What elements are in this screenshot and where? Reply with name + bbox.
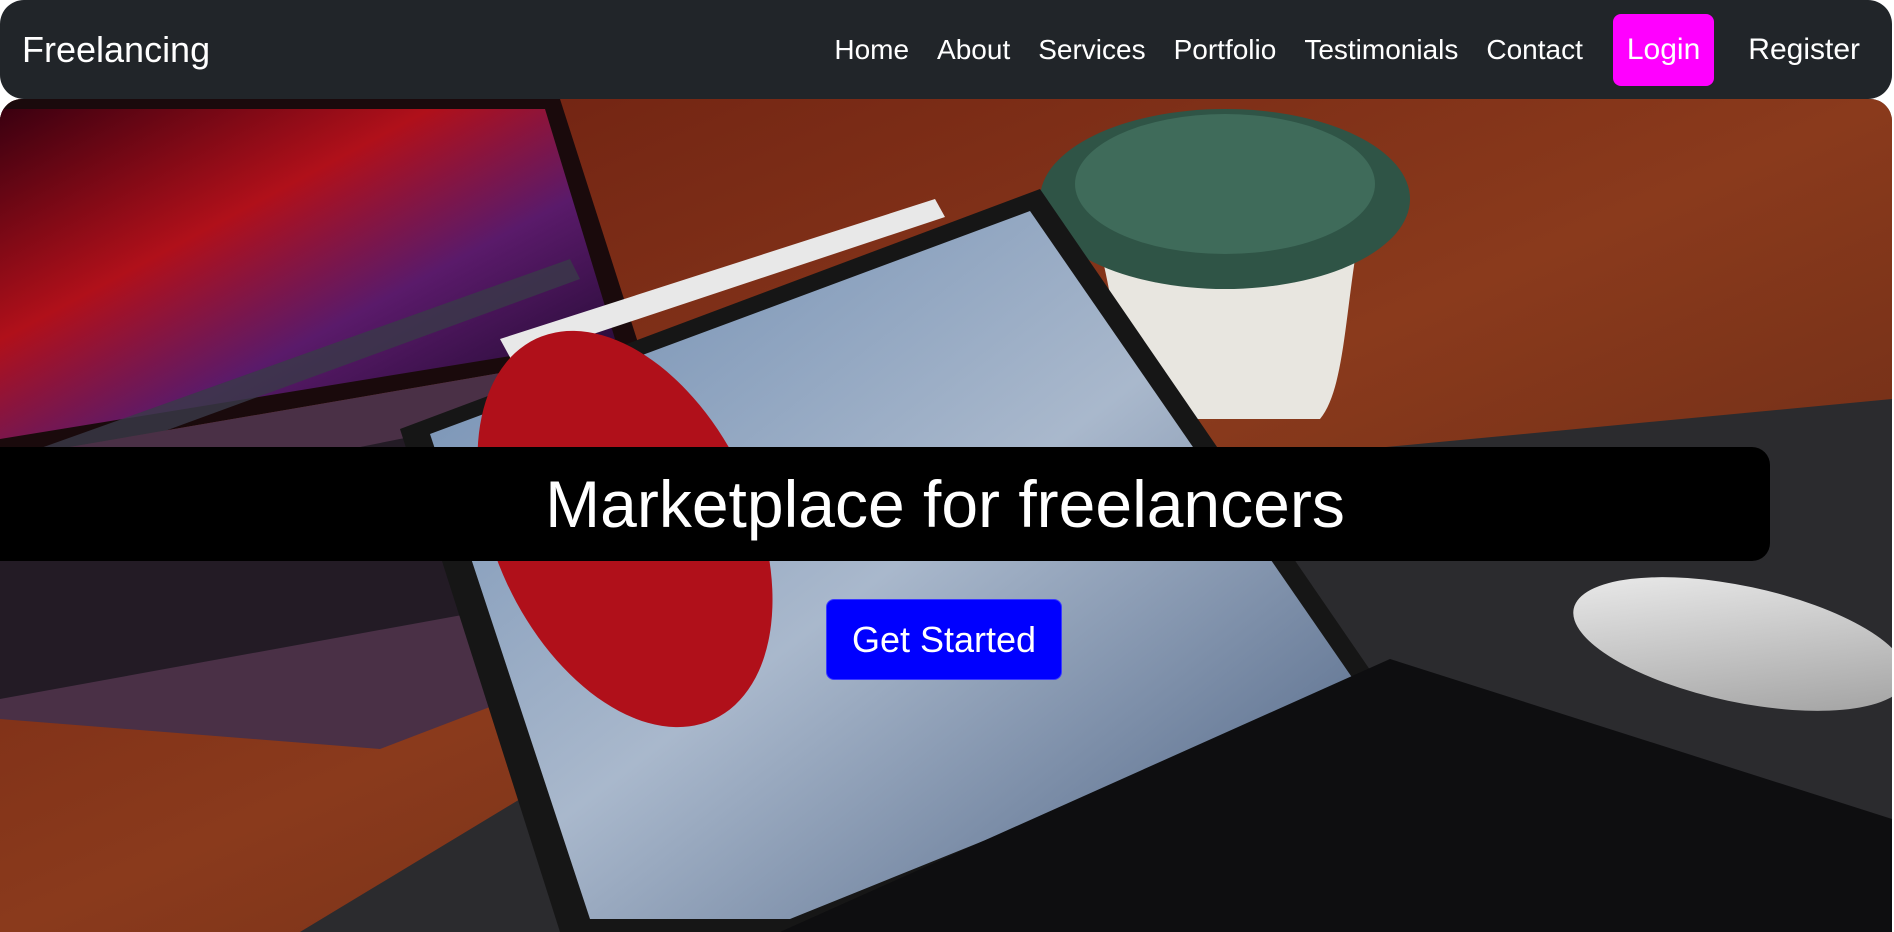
- register-link[interactable]: Register: [1730, 14, 1878, 86]
- hero-section: Marketplace for freelancers Get Started: [0, 99, 1892, 932]
- nav-links: Home About Services Portfolio Testimonia…: [820, 14, 1892, 86]
- nav-link-services[interactable]: Services: [1024, 14, 1159, 86]
- brand-logo-link[interactable]: Freelancing: [22, 30, 210, 70]
- nav-link-testimonials[interactable]: Testimonials: [1290, 14, 1472, 86]
- hero-headline: Marketplace for freelancers: [545, 467, 1345, 541]
- nav-link-portfolio[interactable]: Portfolio: [1160, 14, 1291, 86]
- login-button[interactable]: Login: [1612, 14, 1715, 86]
- top-navbar: Freelancing Home About Services Portfoli…: [0, 0, 1892, 99]
- nav-link-contact[interactable]: Contact: [1472, 14, 1597, 86]
- get-started-button[interactable]: Get Started: [826, 599, 1062, 680]
- nav-link-about[interactable]: About: [923, 14, 1024, 86]
- nav-link-home[interactable]: Home: [820, 14, 923, 86]
